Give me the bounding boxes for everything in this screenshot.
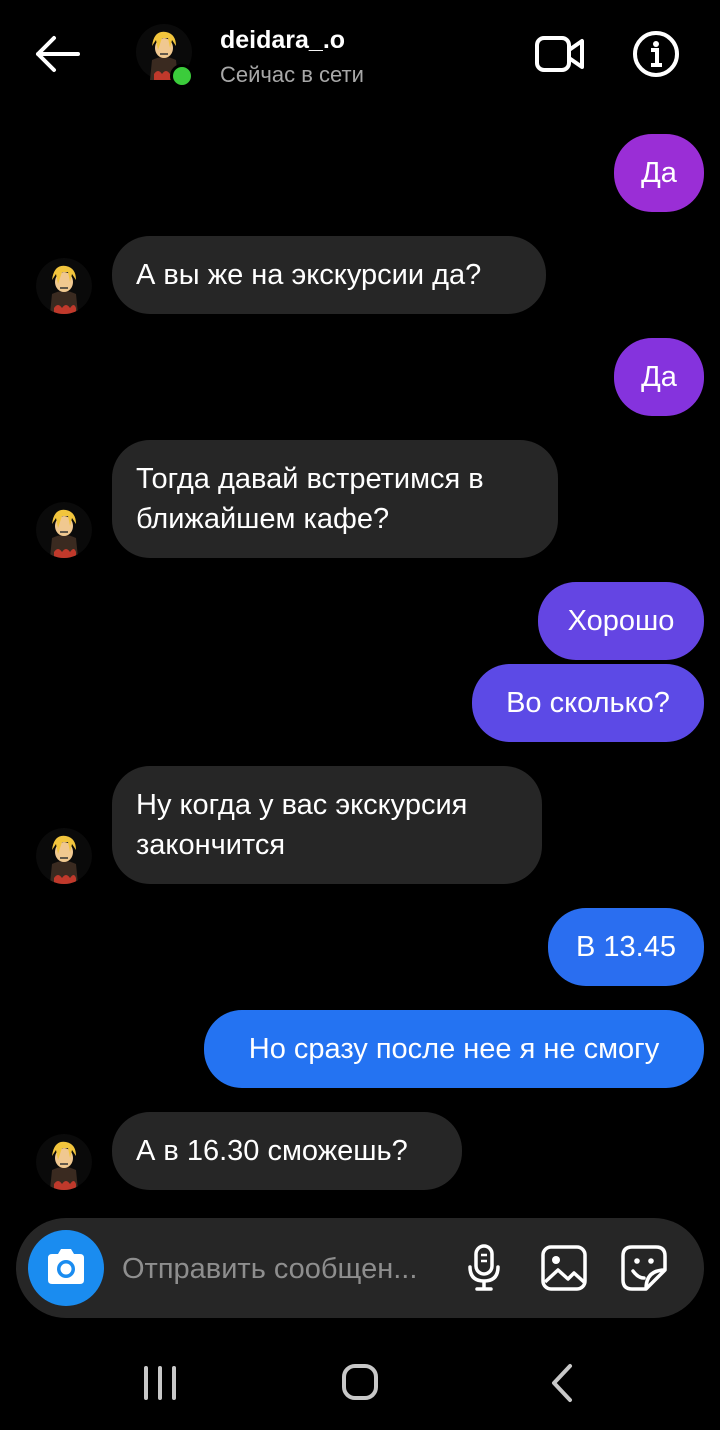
voice-message-button[interactable] bbox=[458, 1242, 510, 1294]
recent-apps-button[interactable] bbox=[130, 1358, 190, 1408]
sticker-icon bbox=[621, 1245, 667, 1291]
outgoing-message[interactable]: Да bbox=[614, 134, 704, 212]
outgoing-message[interactable]: Хорошо bbox=[538, 582, 704, 660]
avatar-image bbox=[36, 502, 92, 558]
online-indicator bbox=[170, 64, 194, 88]
home-icon bbox=[342, 1364, 378, 1400]
arrow-left-icon bbox=[36, 36, 80, 72]
sender-avatar[interactable] bbox=[36, 502, 92, 558]
video-call-icon bbox=[535, 36, 584, 72]
incoming-message[interactable]: А в 16.30 сможешь? bbox=[112, 1112, 462, 1190]
info-icon bbox=[633, 31, 679, 77]
header-avatar[interactable] bbox=[136, 24, 194, 88]
info-button[interactable] bbox=[632, 30, 680, 78]
avatar-image bbox=[36, 258, 92, 314]
avatar-image bbox=[36, 828, 92, 884]
gallery-button[interactable] bbox=[538, 1242, 590, 1294]
outgoing-message[interactable]: В 13.45 bbox=[548, 908, 704, 986]
sender-avatar[interactable] bbox=[36, 828, 92, 884]
message-input[interactable] bbox=[120, 1248, 450, 1290]
avatar-image bbox=[36, 1134, 92, 1190]
nav-back-button[interactable] bbox=[532, 1358, 592, 1408]
back-button[interactable] bbox=[30, 30, 82, 78]
image-icon bbox=[541, 1245, 587, 1291]
nav-back-icon bbox=[552, 1364, 572, 1402]
sticker-button[interactable] bbox=[618, 1242, 670, 1294]
microphone-icon bbox=[468, 1244, 500, 1291]
camera-icon bbox=[48, 1249, 84, 1284]
outgoing-message[interactable]: Да bbox=[614, 338, 704, 416]
incoming-message[interactable]: А вы же на экскурсии да? bbox=[112, 236, 546, 314]
chat-header: deidara_.o Сейчас в сети bbox=[0, 0, 720, 110]
recent-apps-icon bbox=[144, 1366, 176, 1400]
contact-status: Сейчас в сети bbox=[220, 62, 364, 87]
incoming-message[interactable]: Тогда давай встретимся в ближайшем кафе? bbox=[112, 440, 558, 558]
home-button[interactable] bbox=[330, 1358, 390, 1408]
sender-avatar[interactable] bbox=[36, 258, 92, 314]
outgoing-message[interactable]: Во сколько? bbox=[472, 664, 704, 742]
camera-button[interactable] bbox=[28, 1230, 104, 1306]
system-navigation-bar bbox=[0, 1340, 720, 1430]
incoming-message[interactable]: Ну когда у вас экскурсия закончится bbox=[112, 766, 542, 884]
sender-avatar[interactable] bbox=[36, 1134, 92, 1190]
outgoing-message[interactable]: Но сразу после нее я не смогу bbox=[204, 1010, 704, 1088]
video-call-button[interactable] bbox=[534, 33, 586, 75]
message-composer bbox=[16, 1218, 704, 1318]
contact-username[interactable]: deidara_.o bbox=[220, 26, 345, 55]
